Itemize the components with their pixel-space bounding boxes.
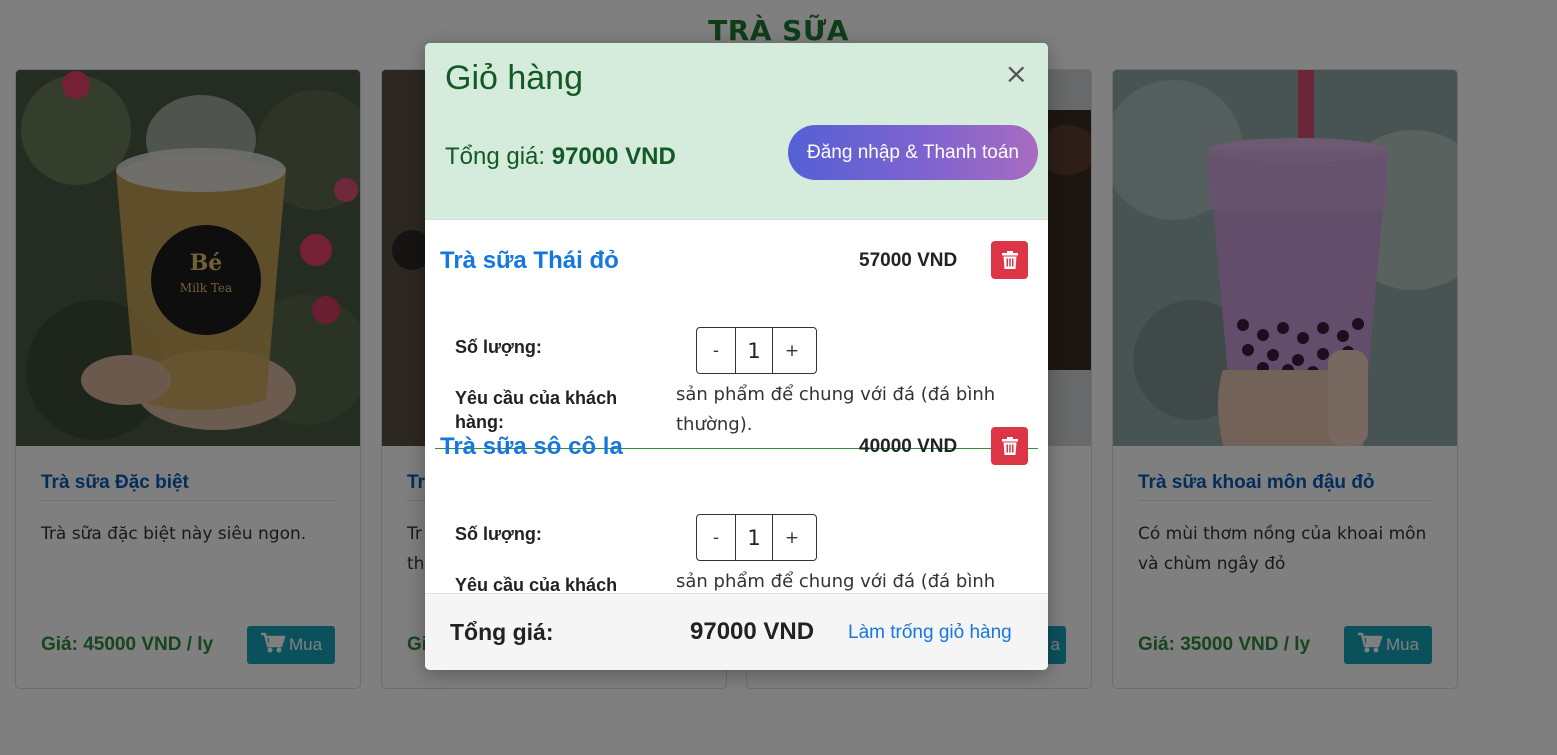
cart-items: Trà sữa Thái đỏ 57000 VND Số lượng: - 1 … [425, 220, 1048, 636]
quantity-value[interactable]: 1 [735, 515, 773, 560]
clear-cart-link[interactable]: Làm trống giỏ hàng [848, 622, 1012, 644]
cart-header: Giỏ hàng × Tổng giá: 97000 VND Đăng nhập… [425, 43, 1048, 220]
cart-item-name: Trà sữa Thái đỏ [440, 247, 619, 274]
cart-item-name: Trà sữa sô cô la [440, 433, 623, 460]
quantity-label: Số lượng: [455, 337, 542, 357]
decrease-button[interactable]: - [697, 328, 735, 373]
footer-total-value: 97000 VND [690, 618, 815, 645]
cart-title: Giỏ hàng [445, 59, 583, 97]
request-text: sản phẩm để chung với đá (đá bình thường… [676, 384, 996, 435]
increase-button[interactable]: + [773, 515, 811, 560]
cart-total-label: Tổng giá: [445, 143, 552, 170]
login-checkout-button[interactable]: Đăng nhập & Thanh toán [788, 125, 1038, 180]
footer-total-label: Tổng giá: [450, 619, 554, 645]
cart-total: Tổng giá: 97000 VND [445, 143, 676, 171]
quantity-value[interactable]: 1 [735, 328, 773, 373]
cart-item-price: 57000 VND [859, 250, 958, 271]
quantity-label: Số lượng: [455, 524, 542, 544]
request-label: Yêu cầu của khách hàng: [455, 388, 618, 432]
quantity-stepper: - 1 + [696, 514, 817, 561]
cart-total-value: 97000 VND [551, 143, 676, 170]
cart-item-price: 40000 VND [859, 436, 958, 457]
cart-footer: Tổng giá: 97000 VND Làm trống giỏ hàng [425, 593, 1048, 670]
close-icon[interactable]: × [1005, 57, 1028, 90]
quantity-stepper: - 1 + [696, 327, 817, 374]
decrease-button[interactable]: - [697, 515, 735, 560]
trash-icon[interactable] [991, 241, 1028, 279]
trash-icon[interactable] [991, 427, 1028, 465]
cart-modal: Giỏ hàng × Tổng giá: 97000 VND Đăng nhập… [425, 43, 1048, 670]
increase-button[interactable]: + [773, 328, 811, 373]
